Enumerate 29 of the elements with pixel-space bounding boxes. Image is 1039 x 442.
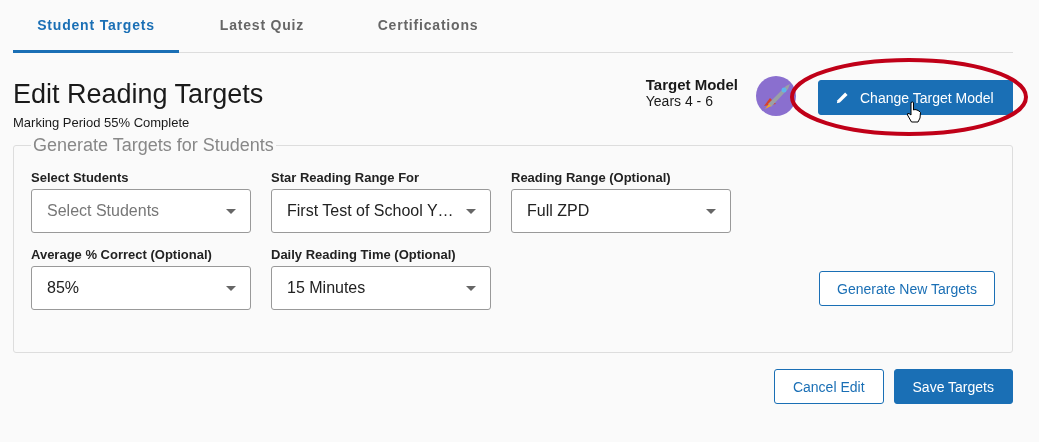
change-target-model-button[interactable]: Change Target Model xyxy=(818,80,1013,115)
dropdown[interactable]: Full ZPD xyxy=(511,189,731,233)
tab[interactable]: Latest Quiz xyxy=(179,0,345,53)
rocket-icon xyxy=(756,76,796,116)
panel-legend: Generate Targets for Students xyxy=(31,135,276,156)
dropdown[interactable]: Select Students xyxy=(31,189,251,233)
progress-text: Marking Period 55% Complete xyxy=(13,115,191,130)
field-label: Daily Reading Time (Optional) xyxy=(271,247,457,262)
dropdown[interactable]: 15 Minutes xyxy=(271,266,491,310)
save-button[interactable]: Save Targets xyxy=(893,369,1013,404)
cancel-button[interactable]: Cancel Edit xyxy=(773,369,884,404)
model-label: Target Model xyxy=(645,77,738,93)
pencil-icon xyxy=(835,90,850,105)
caret-icon xyxy=(706,208,716,214)
caret-icon xyxy=(466,285,476,291)
caret-icon xyxy=(226,208,236,214)
dropdown[interactable]: First Test of School Y… xyxy=(271,189,491,233)
dropdown[interactable]: 85% xyxy=(31,266,251,310)
model-value: Years 4 - 6 xyxy=(645,93,714,109)
field-label: Reading Range (Optional) xyxy=(511,170,672,185)
tab[interactable]: Certifications xyxy=(345,0,511,53)
tab[interactable]: Student Targets xyxy=(13,0,179,53)
field-label: Select Students xyxy=(31,170,130,185)
page-title: Edit Reading Targets xyxy=(13,78,264,111)
caret-icon xyxy=(466,208,476,214)
field-label: Average % Correct (Optional) xyxy=(31,247,213,262)
caret-icon xyxy=(226,285,236,291)
generate-button[interactable]: Generate New Targets xyxy=(819,271,995,306)
field-label: Star Reading Range For xyxy=(271,170,421,185)
